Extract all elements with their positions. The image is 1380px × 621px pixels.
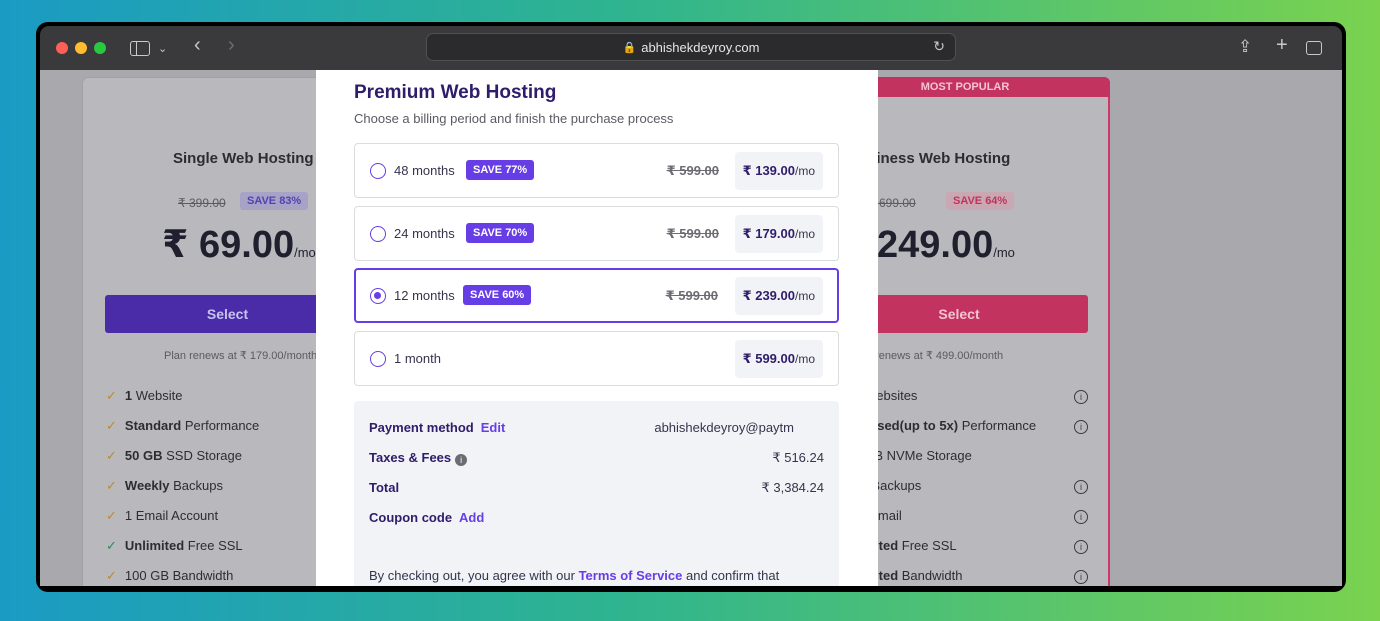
- option-label: 48 months: [394, 163, 455, 178]
- coupon-row: Coupon code Add: [369, 510, 485, 525]
- zoom-window-button[interactable]: [94, 42, 106, 54]
- feature-item: ✓ 1 Website: [106, 388, 183, 403]
- info-icon[interactable]: i: [1074, 570, 1088, 584]
- lock-icon: 🔒: [622, 41, 637, 54]
- option-price: ₹ 139.00/mo: [734, 152, 823, 190]
- old-price: ₹ 599.00: [665, 288, 718, 303]
- billing-option-48-months[interactable]: 48 months SAVE 77% ₹ 599.00 ₹ 139.00/mo: [354, 143, 839, 198]
- check-icon: ✓: [106, 448, 117, 463]
- option-price: ₹ 599.00/mo: [734, 340, 823, 378]
- check-icon: ✓: [106, 568, 117, 583]
- check-icon: ✓: [106, 388, 117, 403]
- reload-icon[interactable]: ↻: [933, 38, 945, 55]
- billing-option-12-months[interactable]: 12 months SAVE 60% ₹ 599.00 ₹ 239.00/mo: [354, 268, 839, 323]
- add-coupon-link[interactable]: Add: [459, 510, 484, 525]
- payment-method-row: Payment method Edit abhishekdeyroy@paytm: [369, 420, 794, 435]
- back-icon[interactable]: ‹: [194, 35, 201, 55]
- plan-name: Single Web Hosting: [173, 150, 314, 167]
- close-window-button[interactable]: [56, 42, 68, 54]
- minimize-window-button[interactable]: [75, 42, 87, 54]
- feature-item: ✓Unlimited Free SSL: [106, 538, 243, 553]
- option-label: 12 months: [394, 288, 455, 303]
- info-icon[interactable]: i: [1074, 480, 1088, 494]
- url-text: abhishekdeyroy.com: [641, 39, 760, 55]
- tab-overview-icon[interactable]: [1306, 41, 1322, 55]
- total-value: ₹ 3,384.24: [761, 480, 825, 495]
- order-summary: Payment method Edit abhishekdeyroy@paytm …: [354, 401, 839, 586]
- option-label: 1 month: [394, 351, 441, 366]
- page-viewport: Single Web Hosting ₹ 399.00 SAVE 83% ₹ 6…: [40, 70, 1342, 586]
- chevron-down-icon[interactable]: ⌄: [158, 39, 167, 59]
- save-badge: SAVE 70%: [466, 223, 535, 243]
- feature-item: ✓ 50 GB SSD Storage: [106, 448, 242, 463]
- renew-text: Plan renews at ₹ 179.00/month: [164, 350, 318, 362]
- check-icon: ✓: [106, 538, 117, 553]
- checkout-modal: Premium Web Hosting Choose a billing per…: [316, 70, 878, 586]
- feature-item: ✓ 100 GB Bandwidth: [106, 568, 234, 583]
- terms-text: By checking out, you agree with our Term…: [369, 568, 780, 583]
- info-icon[interactable]: i: [1074, 510, 1088, 524]
- save-badge: SAVE 83%: [240, 192, 309, 210]
- save-badge: SAVE 77%: [466, 160, 535, 180]
- info-icon[interactable]: i: [1074, 540, 1088, 554]
- radio-button[interactable]: [370, 351, 386, 367]
- info-icon[interactable]: i: [455, 454, 468, 466]
- save-badge: SAVE 64%: [946, 192, 1015, 210]
- modal-title: Premium Web Hosting: [354, 82, 557, 103]
- check-icon: ✓: [106, 418, 117, 433]
- option-price: ₹ 179.00/mo: [734, 215, 823, 253]
- radio-button[interactable]: [370, 163, 386, 179]
- browser-toolbar: ⌄ ‹ › 🔒 abhishekdeyroy.com ↻ ⇪ +: [40, 26, 1342, 70]
- new-tab-icon[interactable]: +: [1276, 35, 1288, 55]
- modal-subtitle: Choose a billing period and finish the p…: [354, 111, 674, 126]
- radio-button-selected[interactable]: [370, 288, 386, 304]
- sidebar-icon[interactable]: [130, 41, 150, 56]
- feature-item: ✓ Standard Performance: [106, 418, 260, 433]
- total-row: Total ₹ 3,384.24: [369, 480, 824, 495]
- share-icon[interactable]: ⇪: [1238, 37, 1252, 57]
- feature-item: ✓ 1 Email Account: [106, 508, 219, 523]
- old-price: ₹ 599.00: [666, 226, 719, 241]
- terms-of-service-link[interactable]: Terms of Service: [579, 568, 683, 583]
- check-icon: ✓: [106, 508, 117, 523]
- address-bar[interactable]: 🔒 abhishekdeyroy.com ↻: [426, 33, 956, 61]
- payment-value: abhishekdeyroy@paytm: [654, 420, 794, 435]
- info-icon[interactable]: i: [1074, 420, 1088, 434]
- old-price: ₹ 599.00: [666, 163, 719, 178]
- select-button[interactable]: Select: [105, 295, 350, 333]
- edit-payment-link[interactable]: Edit: [481, 420, 506, 435]
- taxes-row: Taxes & Fees i ₹ 516.24: [369, 450, 824, 466]
- option-label: 24 months: [394, 226, 455, 241]
- check-icon: ✓: [106, 478, 117, 493]
- billing-option-1-month[interactable]: 1 month ₹ 599.00/mo: [354, 331, 839, 386]
- browser-window: ⌄ ‹ › 🔒 abhishekdeyroy.com ↻ ⇪ + Single …: [36, 22, 1346, 592]
- option-price: ₹ 239.00/mo: [734, 277, 823, 315]
- info-icon[interactable]: i: [1074, 390, 1088, 404]
- old-price: ₹ 399.00: [178, 196, 226, 210]
- radio-button[interactable]: [370, 226, 386, 242]
- forward-icon[interactable]: ›: [228, 35, 235, 55]
- save-badge: SAVE 60%: [463, 285, 532, 305]
- plan-price: ₹ 69.00/mo: [162, 224, 316, 266]
- feature-item: ✓ Weekly Backups: [106, 478, 223, 493]
- taxes-value: ₹ 516.24: [772, 450, 824, 465]
- billing-option-24-months[interactable]: 24 months SAVE 70% ₹ 599.00 ₹ 179.00/mo: [354, 206, 839, 261]
